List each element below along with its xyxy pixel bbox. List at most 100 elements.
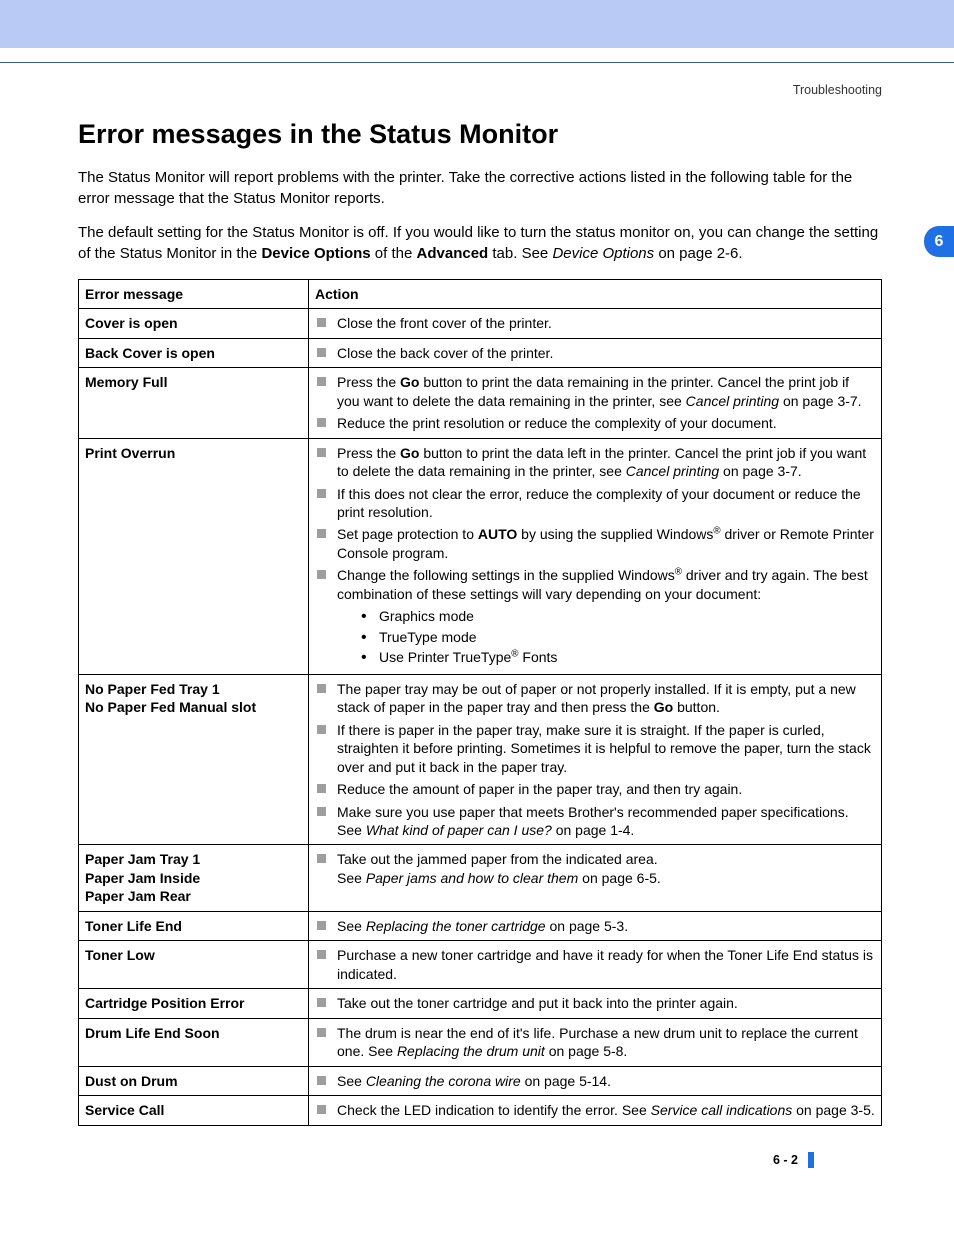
text: on page 6-5.	[578, 870, 661, 886]
text: on page 3-7.	[779, 393, 862, 409]
error-message-cell: Memory Full	[79, 368, 309, 438]
table-row: Dust on Drum See Cleaning the corona wir…	[79, 1066, 882, 1095]
registered-icon: ®	[511, 649, 518, 660]
col-header-message: Error message	[79, 279, 309, 308]
action-item: See Replacing the toner cartridge on pag…	[315, 917, 875, 935]
registered-icon: ®	[713, 526, 720, 537]
text: Check the LED indication to identify the…	[337, 1102, 651, 1118]
text: Press the	[337, 445, 400, 461]
link-ref: Device Options	[552, 245, 654, 262]
page-number: 6 - 2	[773, 1153, 798, 1167]
link-ref: Cancel printing	[686, 393, 779, 409]
action-cell: The paper tray may be out of paper or no…	[309, 674, 882, 845]
action-cell: Take out the toner cartridge and put it …	[309, 989, 882, 1018]
text: tab. See	[488, 245, 552, 262]
error-message-cell: Cartridge Position Error	[79, 989, 309, 1018]
action-cell: Check the LED indication to identify the…	[309, 1096, 882, 1125]
text: No Paper Fed Manual slot	[85, 699, 256, 715]
action-item: Close the front cover of the printer.	[315, 314, 875, 332]
action-cell: The drum is near the end of it's life. P…	[309, 1018, 882, 1066]
page-title: Error messages in the Status Monitor	[78, 119, 882, 150]
text: on page 5-14.	[521, 1073, 611, 1089]
error-message-cell: No Paper Fed Tray 1 No Paper Fed Manual …	[79, 674, 309, 845]
table-row: Cartridge Position Error Take out the to…	[79, 989, 882, 1018]
action-item: Make sure you use paper that meets Broth…	[315, 803, 875, 840]
error-message-cell: Print Overrun	[79, 438, 309, 674]
text: Take out the jammed paper from the indic…	[337, 851, 658, 867]
text: See	[337, 1073, 366, 1089]
intro-paragraph-1: The Status Monitor will report problems …	[78, 168, 882, 209]
text: on page 5-3.	[546, 918, 629, 934]
link-ref: What kind of paper can I use?	[366, 822, 552, 838]
page-footer: 6 - 2	[78, 1126, 882, 1168]
text: on page 3-5.	[792, 1102, 875, 1118]
error-message-cell: Toner Life End	[79, 911, 309, 940]
action-item: Press the Go button to print the data le…	[315, 444, 875, 481]
table-row: Toner Low Purchase a new toner cartridge…	[79, 941, 882, 989]
text: by using the supplied Windows	[517, 526, 713, 542]
table-row: Cover is open Close the front cover of t…	[79, 309, 882, 338]
link-ref: Cancel printing	[626, 463, 719, 479]
text-bold: Go	[654, 699, 673, 715]
text: of the	[371, 245, 417, 262]
table-row: Print Overrun Press the Go button to pri…	[79, 438, 882, 674]
action-cell: Purchase a new toner cartridge and have …	[309, 941, 882, 989]
text: See	[337, 918, 366, 934]
table-row: Paper Jam Tray 1 Paper Jam Inside Paper …	[79, 845, 882, 911]
error-message-cell: Back Cover is open	[79, 338, 309, 367]
text: Use Printer TrueType	[379, 649, 511, 665]
registered-icon: ®	[675, 567, 682, 578]
error-message-cell: Service Call	[79, 1096, 309, 1125]
text: The paper tray may be out of paper or no…	[337, 681, 856, 715]
action-item: Purchase a new toner cartridge and have …	[315, 946, 875, 983]
text: See	[337, 870, 366, 886]
action-cell: Close the front cover of the printer.	[309, 309, 882, 338]
text-bold: Go	[400, 445, 419, 461]
col-header-action: Action	[309, 279, 882, 308]
table-row: Drum Life End Soon The drum is near the …	[79, 1018, 882, 1066]
table-header-row: Error message Action	[79, 279, 882, 308]
action-item: Reduce the amount of paper in the paper …	[315, 780, 875, 798]
text: Paper Jam Inside	[85, 870, 200, 886]
table-row: Back Cover is open Close the back cover …	[79, 338, 882, 367]
action-item: Press the Go button to print the data re…	[315, 373, 875, 410]
action-item: Reduce the print resolution or reduce th…	[315, 414, 875, 432]
text-bold: Go	[400, 374, 419, 390]
text: Set page protection to	[337, 526, 478, 542]
text-bold: Advanced	[417, 245, 489, 262]
action-item: Change the following settings in the sup…	[315, 566, 875, 666]
text: Change the following settings in the sup…	[337, 567, 675, 583]
header-band	[0, 0, 954, 48]
intro-paragraph-2: The default setting for the Status Monit…	[78, 223, 882, 264]
text-bold: Device Options	[261, 245, 370, 262]
link-ref: Replacing the toner cartridge	[366, 918, 546, 934]
sub-item: TrueType mode	[361, 628, 875, 646]
action-item: Check the LED indication to identify the…	[315, 1101, 875, 1119]
text: Fonts	[519, 649, 558, 665]
breadcrumb: Troubleshooting	[78, 83, 882, 97]
link-ref: Service call indications	[651, 1102, 793, 1118]
action-item: The drum is near the end of it's life. P…	[315, 1024, 875, 1061]
text: button.	[673, 699, 720, 715]
text: Paper Jam Tray 1	[85, 851, 200, 867]
action-item: Take out the toner cartridge and put it …	[315, 994, 875, 1012]
table-row: Memory Full Press the Go button to print…	[79, 368, 882, 438]
action-cell: See Cleaning the corona wire on page 5-1…	[309, 1066, 882, 1095]
sub-item: Use Printer TrueType® Fonts	[361, 648, 875, 666]
error-message-cell: Dust on Drum	[79, 1066, 309, 1095]
text: on page 5-8.	[545, 1043, 628, 1059]
action-item: If there is paper in the paper tray, mak…	[315, 721, 875, 776]
action-cell: Take out the jammed paper from the indic…	[309, 845, 882, 911]
action-cell: See Replacing the toner cartridge on pag…	[309, 911, 882, 940]
action-item: Take out the jammed paper from the indic…	[315, 850, 875, 887]
action-item: If this does not clear the error, reduce…	[315, 485, 875, 522]
action-item: Close the back cover of the printer.	[315, 344, 875, 362]
chapter-tab: 6	[924, 226, 954, 257]
text: on page 3-7.	[719, 463, 802, 479]
error-message-cell: Cover is open	[79, 309, 309, 338]
action-cell: Press the Go button to print the data re…	[309, 368, 882, 438]
footer-accent-bar	[808, 1152, 814, 1168]
text: Press the	[337, 374, 400, 390]
action-cell: Close the back cover of the printer.	[309, 338, 882, 367]
link-ref: Cleaning the corona wire	[366, 1073, 521, 1089]
